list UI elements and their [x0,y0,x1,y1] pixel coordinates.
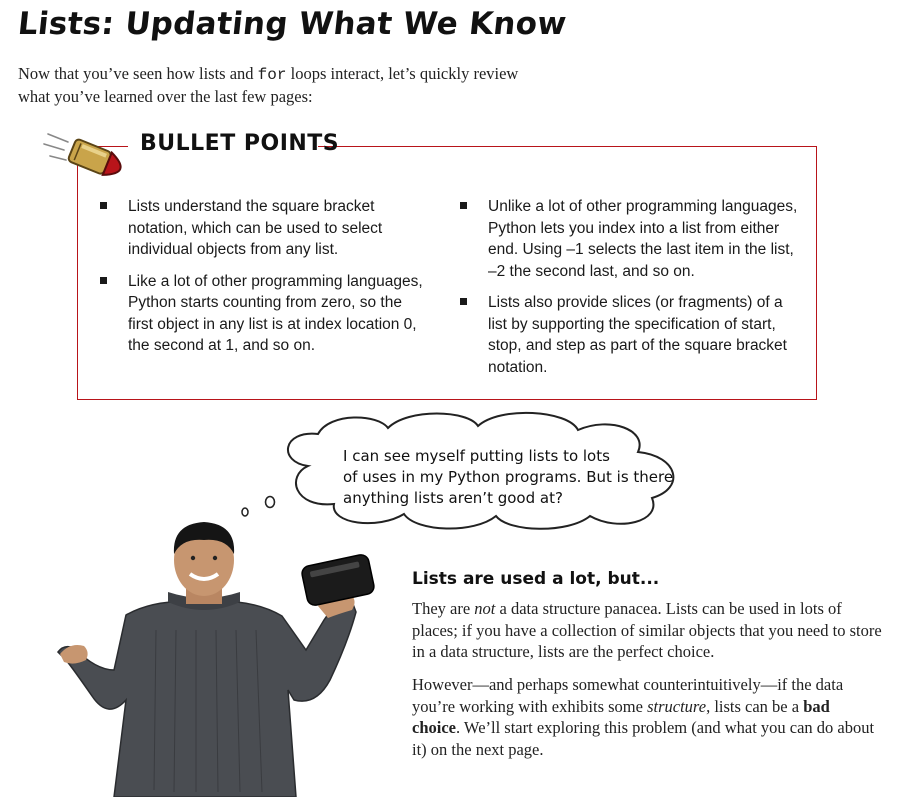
intro-code-for: for [257,66,287,84]
page-title: Lists: Updating What We Know [16,6,569,42]
sidebar-text: , lists can be a [706,696,804,716]
bullet-text: Like a lot of other programming language… [128,272,423,355]
bullet-item: Lists also provide slices (or fragments)… [458,292,803,378]
bullet-square-icon [100,276,107,284]
sidebar-emphasis-structure: structure [647,696,707,716]
person-illustration [57,522,375,797]
bullet-column-right: Unlike a lot of other programming langua… [458,196,803,388]
bullet-square-icon [460,298,467,305]
bullet-item: Unlike a lot of other programming langua… [458,196,803,282]
bullet-square-icon [460,202,467,209]
thought-line: anything lists aren’t good at? [343,489,563,507]
sidebar-text: They are [412,599,475,618]
bullet-points-heading: BULLET POINTS [140,131,340,156]
intro-text: loops interact, let’s quickly review [286,64,519,83]
thought-line: I can see myself putting lists to lots [343,447,610,465]
bullet-text: Lists also provide slices (or fragments)… [488,294,787,376]
bullet-icon [43,133,122,176]
bullet-square-icon [100,202,107,209]
bullet-column-left: Lists understand the square bracket nota… [98,196,428,367]
intro-paragraph: Now that you’ve seen how lists and for l… [18,63,578,108]
sidebar-paragraph-2: However—and perhaps somewhat counterintu… [412,674,882,760]
thought-line: of uses in my Python programs. But is th… [343,468,674,486]
sidebar-heading: Lists are used a lot, but... [412,569,660,589]
bullet-text: Lists understand the square bracket nota… [128,198,383,258]
sidebar-paragraph-1: They are not a data structure panacea. L… [412,598,882,663]
thought-text: I can see myself putting lists to lots o… [343,446,693,509]
sidebar-text: . We’ll start exploring this problem (an… [412,718,875,759]
bullet-text: Unlike a lot of other programming langua… [488,198,798,280]
sidebar-emphasis-not: not [474,599,496,618]
intro-text: what you’ve learned over the last few pa… [18,87,313,106]
intro-text: Now that you’ve seen how lists and [18,64,258,83]
bullet-item: Lists understand the square bracket nota… [98,196,428,261]
bullet-item: Like a lot of other programming language… [98,271,428,357]
